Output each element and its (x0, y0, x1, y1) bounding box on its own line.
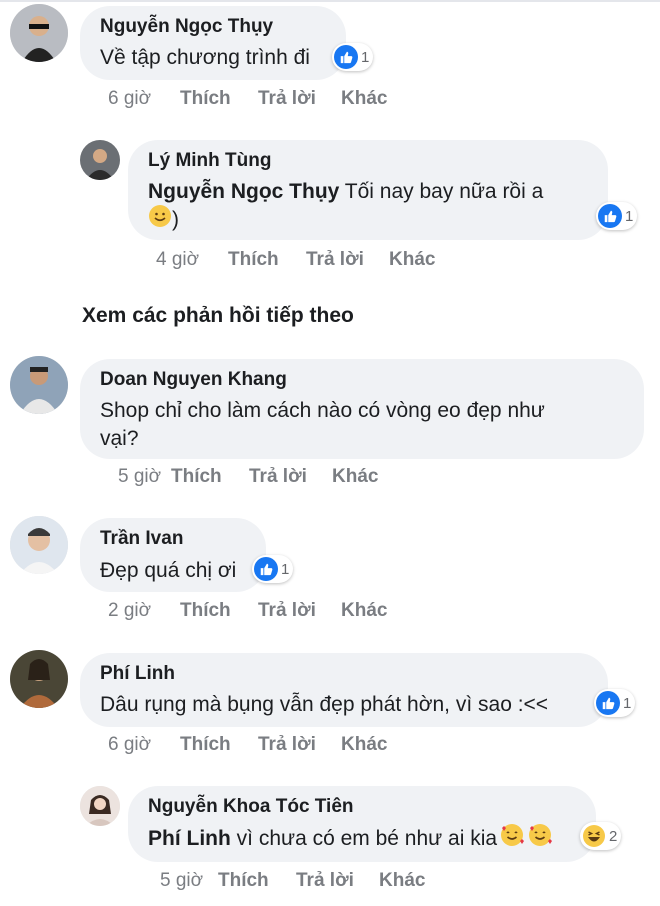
avatar[interactable] (80, 786, 120, 826)
reaction-count: 2 (609, 827, 618, 845)
comment-text: Về tập chương trình đi (100, 46, 310, 69)
avatar[interactable] (10, 650, 68, 708)
avatar[interactable] (10, 516, 68, 574)
reaction-summary[interactable]: 1 (252, 555, 294, 583)
smiling-face-with-hearts-icon (499, 822, 525, 857)
like-reaction-icon (334, 45, 358, 69)
comment-text-line2: vại? (100, 427, 139, 450)
timestamp[interactable]: 5 giờ (118, 466, 161, 488)
avatar-image-icon (10, 4, 68, 62)
reply-button[interactable]: Trả lời (296, 870, 354, 892)
like-button[interactable]: Thích (180, 734, 231, 756)
like-button[interactable]: Thích (180, 88, 231, 110)
like-reaction-icon (596, 691, 620, 715)
comment-author[interactable]: Trần Ivan (100, 528, 183, 550)
like-button[interactable]: Thích (228, 249, 279, 271)
like-button[interactable]: Thích (218, 870, 269, 892)
like-reaction-icon (598, 204, 622, 228)
more-button[interactable]: Khác (341, 600, 387, 622)
more-button[interactable]: Khác (379, 870, 425, 892)
reply-button[interactable]: Trả lời (258, 88, 316, 110)
smile-emoji-icon (148, 204, 172, 237)
reaction-count: 1 (361, 48, 370, 66)
reply-button[interactable]: Trả lời (258, 734, 316, 756)
reply-button[interactable]: Trả lời (306, 249, 364, 271)
comment-text: Nguyễn Ngọc Thụy Tối nay bay nữa rồi a (148, 180, 544, 203)
reaction-count: 1 (623, 694, 632, 712)
like-reaction-icon (254, 557, 278, 581)
comment-text-line2: ) (148, 204, 179, 237)
reaction-summary[interactable]: 1 (332, 43, 374, 71)
reaction-summary[interactable]: 2 (580, 822, 622, 850)
comment-author[interactable]: Nguyễn Khoa Tóc Tiên (148, 796, 354, 818)
reaction-count: 1 (281, 560, 290, 578)
comment-author[interactable]: Phí Linh (100, 663, 175, 685)
reply-button[interactable]: Trả lời (258, 600, 316, 622)
comment-author[interactable]: Nguyễn Ngọc Thụy (100, 16, 273, 38)
timestamp[interactable]: 2 giờ (108, 600, 151, 622)
more-button[interactable]: Khác (332, 466, 378, 488)
avatar[interactable] (10, 356, 68, 414)
timestamp[interactable]: 6 giờ (108, 734, 151, 756)
timestamp[interactable]: 6 giờ (108, 88, 151, 110)
top-divider (0, 0, 660, 2)
reaction-summary[interactable]: 1 (596, 202, 638, 230)
mention-link[interactable]: Nguyễn Ngọc Thụy (148, 180, 339, 203)
avatar-image-icon (10, 356, 68, 414)
like-button[interactable]: Thích (171, 466, 222, 488)
like-button[interactable]: Thích (180, 600, 231, 622)
avatar-image-icon (10, 516, 68, 574)
timestamp[interactable]: 4 giờ (156, 249, 199, 271)
avatar-image-icon (80, 140, 120, 180)
comment-text: Shop chỉ cho làm cách nào có vòng eo đẹp… (100, 399, 545, 422)
more-button[interactable]: Khác (389, 249, 435, 271)
mention-link[interactable]: Phí Linh (148, 827, 231, 850)
avatar-image-icon (80, 786, 120, 826)
reply-button[interactable]: Trả lời (249, 466, 307, 488)
more-button[interactable]: Khác (341, 734, 387, 756)
smiling-face-with-hearts-icon (527, 822, 553, 857)
comment-author[interactable]: Doan Nguyen Khang (100, 369, 287, 391)
comment-text: Đẹp quá chị ơi (100, 559, 237, 582)
timestamp[interactable]: 5 giờ (160, 870, 203, 892)
avatar-image-icon (10, 650, 68, 708)
more-button[interactable]: Khác (341, 88, 387, 110)
avatar[interactable] (80, 140, 120, 180)
haha-reaction-icon (582, 824, 606, 848)
reaction-summary[interactable]: 1 (594, 689, 636, 717)
view-more-replies-link[interactable]: Xem các phản hồi tiếp theo (82, 304, 354, 328)
comment-text: Dâu rụng mà bụng vẫn đẹp phát hờn, vì sa… (100, 693, 549, 716)
comment-text: Phí Linh vì chưa có em bé như ai kia (148, 822, 553, 857)
comment-author[interactable]: Lý Minh Tùng (148, 150, 271, 172)
reaction-count: 1 (625, 207, 634, 225)
avatar[interactable] (10, 4, 68, 62)
